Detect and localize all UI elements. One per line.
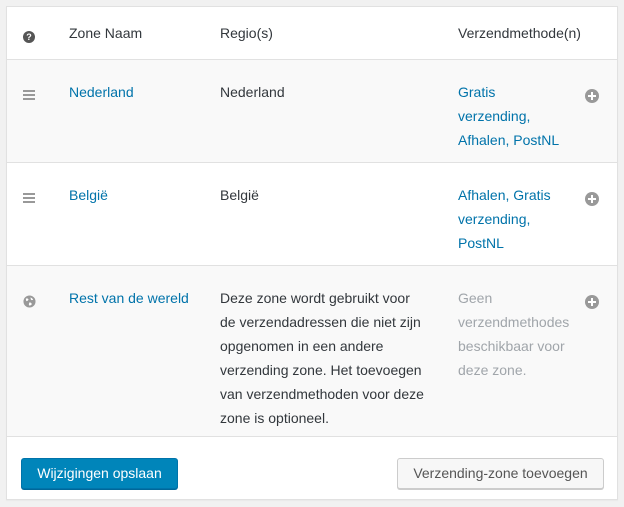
table-header: ? Zone Naam Regio(s) Verzendmethode(n) (7, 7, 617, 60)
header-methods: Verzendmethode(n) (458, 25, 581, 41)
help-icon-cell: ? (23, 21, 41, 45)
methods-line: beschikbaar voor (458, 338, 565, 354)
drag-handle-cell[interactable] (23, 80, 41, 104)
zone-name-link[interactable]: Nederland (69, 84, 134, 100)
method-link[interactable]: Afhalen, Gratis (458, 187, 551, 203)
zone-region: België (220, 187, 259, 203)
method-link[interactable]: PostNL (458, 235, 504, 251)
method-link[interactable]: verzending, (458, 211, 530, 227)
drag-handle-cell[interactable] (23, 183, 41, 207)
region-line: opgenomen in een andere (220, 338, 384, 354)
zone-region: Deze zone wordt gebruikt voor de verzend… (220, 286, 450, 430)
header-regions: Regio(s) (220, 25, 273, 41)
region-line: verzending zone. Het toevoegen (220, 362, 422, 378)
drag-handle-icon[interactable] (23, 192, 36, 206)
methods-line: verzendmethodes (458, 314, 570, 330)
methods-line: deze zone. (458, 362, 527, 378)
drag-handle-icon[interactable] (23, 89, 36, 103)
region-line: van verzendmethoden voor deze (220, 386, 424, 402)
method-link[interactable]: verzending, (458, 108, 530, 124)
zone-methods: Geen verzendmethodes beschikbaar voor de… (458, 286, 578, 382)
plus-circle-icon[interactable] (585, 294, 599, 309)
table-row: Nederland Nederland Gratis verzending, A… (7, 60, 617, 163)
plus-circle-icon[interactable] (585, 88, 599, 103)
region-line: zone is optioneel. (220, 410, 329, 426)
plus-circle-icon[interactable] (585, 191, 599, 206)
zone-methods: Gratis verzending, Afhalen, PostNL (458, 80, 578, 152)
help-icon[interactable]: ? (23, 31, 35, 44)
region-line: Deze zone wordt gebruikt voor (220, 290, 410, 306)
method-link[interactable]: Gratis (458, 84, 495, 100)
table-footer: Wijzigingen opslaan Verzending-zone toev… (7, 437, 617, 499)
zone-region: Nederland (220, 84, 285, 100)
save-changes-button[interactable]: Wijzigingen opslaan (21, 458, 178, 489)
table-row: België België Afhalen, Gratis verzending… (7, 163, 617, 266)
zone-methods: Afhalen, Gratis verzending, PostNL (458, 183, 578, 255)
method-link[interactable]: Afhalen, PostNL (458, 132, 559, 148)
header-zone-name: Zone Naam (69, 25, 143, 41)
shipping-zones-panel: ? Zone Naam Regio(s) Verzendmethode(n) N… (6, 6, 618, 500)
methods-line: Geen (458, 290, 493, 306)
globe-icon (23, 295, 36, 308)
table-row: Rest van de wereld Deze zone wordt gebru… (7, 266, 617, 437)
zone-name-link[interactable]: België (69, 187, 108, 203)
zone-name-link[interactable]: Rest van de wereld (69, 290, 189, 306)
region-line: de verzendadressen die niet zijn (220, 314, 421, 330)
add-shipping-zone-button[interactable]: Verzending-zone toevoegen (397, 458, 604, 489)
